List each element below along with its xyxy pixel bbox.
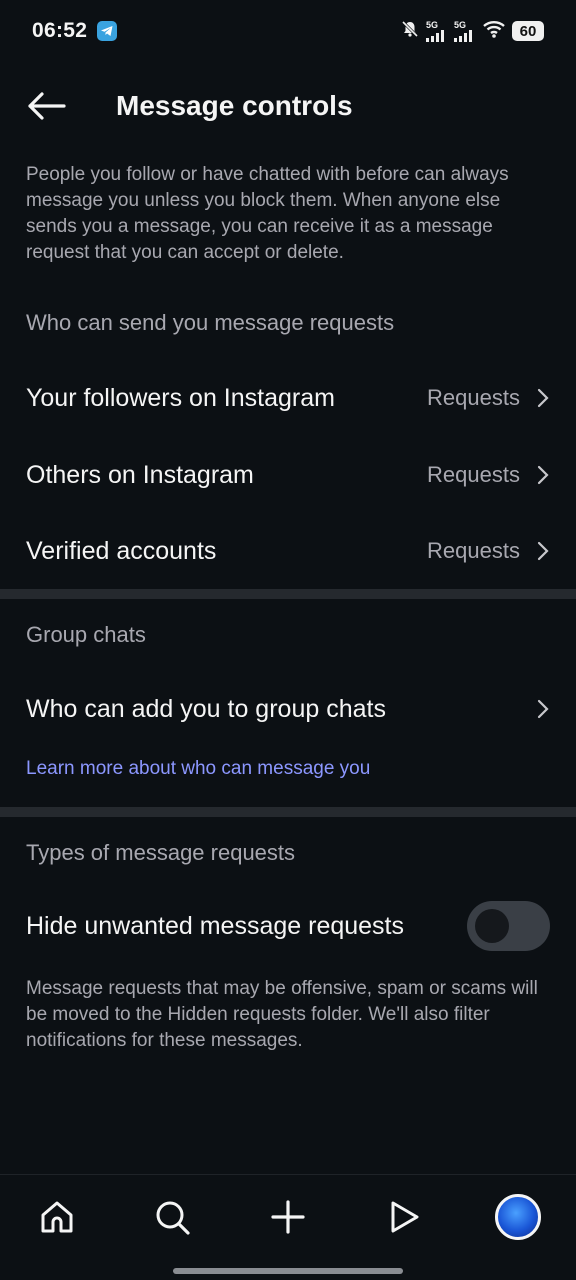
chevron-right-icon	[537, 699, 549, 719]
home-icon	[41, 1201, 73, 1233]
back-button[interactable]	[24, 88, 68, 124]
page-title: Message controls	[116, 90, 353, 121]
intro-text: People you follow or have chatted with b…	[26, 164, 509, 263]
nav-profile[interactable]	[494, 1193, 542, 1241]
row-label: Others on Instagram	[26, 460, 254, 489]
learn-more-link[interactable]: Learn more about who can message you	[26, 758, 370, 780]
row-your-followers[interactable]: Your followers on Instagram Requests	[0, 366, 576, 430]
signal-2: 5G	[454, 19, 476, 42]
nav-create[interactable]	[264, 1193, 312, 1241]
section-title-types: Types of message requests	[26, 840, 296, 865]
row-label: Verified accounts	[26, 536, 217, 565]
signal-2-label: 5G	[454, 19, 467, 30]
back-arrow-icon	[28, 92, 66, 120]
section-title-requests: Who can send you message requests	[26, 310, 395, 335]
chevron-right-icon	[537, 388, 549, 408]
status-right: 5G 5G 60	[400, 19, 544, 44]
nav-home[interactable]	[33, 1193, 81, 1241]
chevron-right-icon	[537, 541, 549, 561]
nav-reels[interactable]	[379, 1193, 427, 1241]
row-value: Requests	[427, 538, 520, 563]
search-icon	[156, 1201, 190, 1235]
section-divider	[0, 807, 576, 817]
reels-icon	[391, 1201, 419, 1233]
toggle-knob	[475, 909, 509, 943]
chevron-right-icon	[537, 465, 549, 485]
bottom-nav	[0, 1174, 576, 1280]
message-controls-screen: 06:52 5G 5G 60 Message controls People y…	[0, 0, 576, 1280]
signal-bars-icon	[454, 29, 472, 42]
telegram-notification-icon	[97, 21, 118, 41]
battery-indicator: 60	[512, 21, 544, 41]
header: Message controls	[0, 76, 576, 138]
mute-bell-icon	[400, 19, 420, 44]
row-others-on-instagram[interactable]: Others on Instagram Requests	[0, 443, 576, 507]
signal-1-label: 5G	[426, 19, 439, 30]
home-indicator	[173, 1268, 403, 1274]
row-label: Your followers on Instagram	[26, 383, 335, 412]
row-verified-accounts[interactable]: Verified accounts Requests	[0, 519, 576, 583]
signal-1: 5G	[426, 19, 448, 42]
types-footnote: Message requests that may be offensive, …	[26, 978, 538, 1051]
status-time: 06:52	[32, 19, 88, 42]
section-divider	[0, 589, 576, 599]
row-value: Requests	[427, 385, 520, 410]
row-label: Who can add you to group chats	[26, 694, 386, 723]
profile-avatar	[495, 1194, 541, 1240]
section-title-group-chats: Group chats	[26, 622, 146, 647]
nav-search[interactable]	[148, 1193, 196, 1241]
row-group-chats[interactable]: Who can add you to group chats	[0, 677, 576, 741]
status-bar: 06:52 5G 5G 60	[0, 0, 576, 62]
wifi-icon	[482, 19, 506, 44]
signal-bars-icon	[426, 29, 444, 42]
create-icon	[271, 1200, 305, 1234]
status-left: 06:52	[32, 19, 118, 43]
row-value: Requests	[427, 462, 520, 487]
hide-unwanted-toggle[interactable]	[467, 901, 550, 951]
